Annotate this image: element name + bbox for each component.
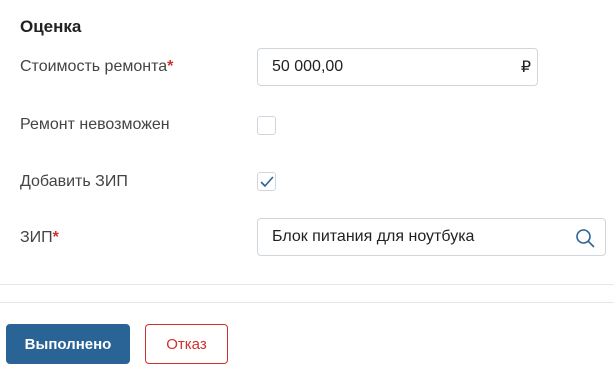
section-title: Оценка [20,17,82,36]
spare-parts-label: ЗИП* [20,228,59,248]
done-button[interactable]: Выполнено [6,324,130,364]
add-spare-parts-label: Добавить ЗИП [20,173,128,190]
repair-cost-label-text: Стоимость ремонта [20,58,168,75]
spare-parts-value: Блок питания для ноутбука [272,228,475,245]
required-mark: * [52,229,59,246]
repair-impossible-checkbox[interactable] [257,116,276,135]
spare-parts-label-text: ЗИП [20,229,53,246]
add-spare-parts-checkbox[interactable] [257,172,276,191]
reject-button[interactable]: Отказ [145,324,228,364]
search-icon[interactable] [575,228,595,248]
repair-impossible-label: Ремонт невозможен [20,116,170,133]
divider [0,302,614,303]
checkmark-icon [260,176,274,187]
repair-cost-value: 50 000,00 [272,58,344,75]
repair-cost-label: Стоимость ремонта* [20,57,173,77]
repair-cost-input[interactable]: 50 000,00 ₽ [257,48,538,86]
divider [0,284,614,285]
spare-parts-lookup-input[interactable]: Блок питания для ноутбука [257,218,606,256]
required-mark: * [167,58,174,75]
currency-symbol: ₽ [520,59,531,76]
